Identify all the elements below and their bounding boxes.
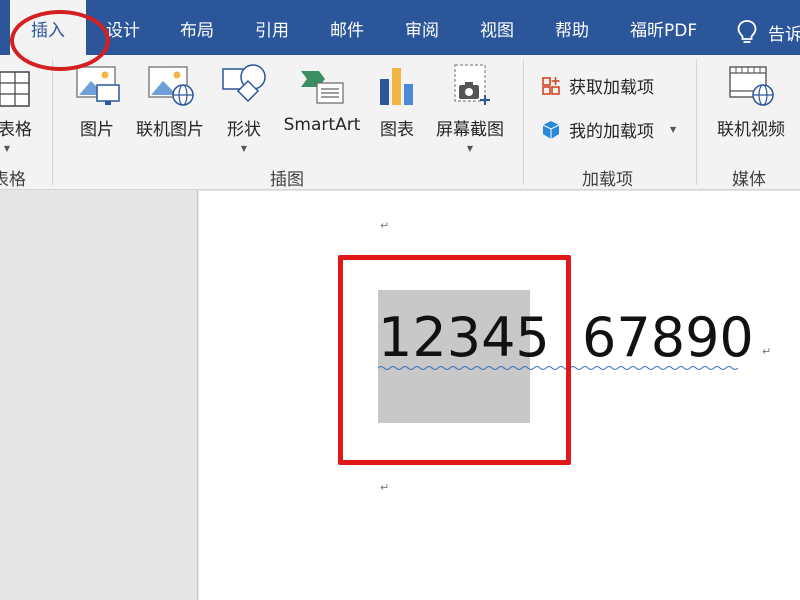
tab-help[interactable]: 帮助	[555, 0, 589, 55]
tell-me-box[interactable]: 告诉	[736, 17, 800, 47]
online-video-label: 联机视频	[717, 120, 785, 140]
table-group-label: 表格	[0, 170, 26, 190]
tab-review[interactable]: 审阅	[405, 0, 439, 55]
media-group-label: 媒体	[732, 170, 766, 190]
table-icon	[0, 71, 30, 107]
pictures-label: 图片	[80, 120, 114, 140]
ribbon-panel: 表格 ▼ 表格 图片 联机图片 形状 ▼ SmartArt 图表 屏幕截图 ▼ …	[0, 55, 800, 190]
annotation-rectangle	[338, 255, 571, 465]
get-addins-icon	[542, 76, 560, 95]
screenshot-button[interactable]: 屏幕截图 ▼	[430, 63, 510, 153]
table-label: 表格	[0, 120, 32, 140]
get-addins-button[interactable]: 获取加载项	[541, 73, 654, 98]
addins-group-label: 加载项	[582, 170, 633, 190]
paragraph-mark: ↵	[380, 481, 390, 494]
tab-mailings[interactable]: 邮件	[330, 0, 364, 55]
online-pictures-icon	[148, 66, 194, 106]
online-video-icon	[729, 66, 774, 106]
paragraph-mark: ↵	[762, 345, 772, 358]
smartart-icon	[301, 71, 344, 104]
illustrations-group-label: 插图	[270, 170, 304, 190]
document-left-margin	[0, 191, 198, 600]
online-pictures-button[interactable]: 联机图片	[130, 63, 210, 140]
tell-me-label: 告诉	[768, 24, 800, 45]
screenshot-label: 屏幕截图	[436, 120, 504, 140]
table-dropdown-icon: ▼	[3, 144, 11, 153]
lightbulb-icon	[737, 20, 757, 43]
chart-button[interactable]: 图表	[374, 63, 420, 140]
screenshot-icon	[454, 64, 490, 105]
my-addins-icon	[542, 120, 560, 139]
my-addins-button[interactable]: 我的加载项 ▼	[541, 117, 676, 142]
screenshot-dropdown-icon: ▼	[466, 144, 474, 153]
chart-label: 图表	[380, 120, 414, 140]
group-separator	[696, 59, 697, 185]
smartart-button[interactable]: SmartArt	[280, 63, 364, 135]
ribbon-tab-bar: 插入 设计 布局 引用 邮件 审阅 视图 帮助 福昕PDF 告诉	[0, 0, 800, 55]
smartart-label: SmartArt	[283, 115, 361, 135]
pictures-icon	[76, 66, 120, 105]
document-text[interactable]: 67890	[582, 311, 754, 365]
tab-references[interactable]: 引用	[255, 0, 289, 55]
online-video-button[interactable]: 联机视频	[712, 63, 790, 140]
online-pictures-label: 联机图片	[136, 120, 204, 140]
tab-foxit-pdf[interactable]: 福昕PDF	[630, 0, 697, 55]
table-button[interactable]: 表格 ▼	[0, 63, 32, 153]
shapes-icon	[222, 64, 266, 103]
annotation-ellipse	[10, 10, 110, 71]
shapes-label: 形状	[227, 120, 261, 140]
shapes-dropdown-icon: ▼	[240, 144, 248, 153]
get-addins-label: 获取加载项	[569, 78, 654, 98]
tab-design[interactable]: 设计	[106, 0, 140, 55]
my-addins-label: 我的加载项	[569, 122, 654, 142]
chart-icon	[380, 68, 413, 105]
group-separator	[523, 59, 524, 185]
paragraph-mark: ↵	[380, 219, 390, 232]
pictures-button[interactable]: 图片	[72, 63, 122, 140]
shapes-button[interactable]: 形状 ▼	[218, 63, 270, 153]
tab-view[interactable]: 视图	[480, 0, 514, 55]
tab-layout[interactable]: 布局	[180, 0, 214, 55]
my-addins-dropdown-icon[interactable]: ▼	[670, 125, 676, 134]
group-separator	[52, 59, 53, 185]
